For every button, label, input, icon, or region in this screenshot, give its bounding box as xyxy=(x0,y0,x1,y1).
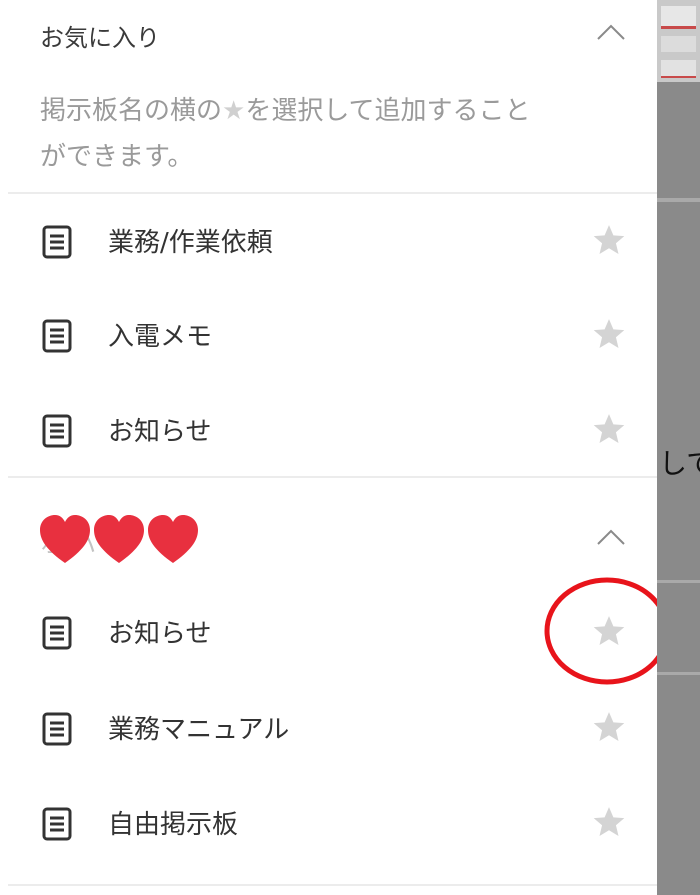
divider xyxy=(8,192,657,194)
chevron-up-icon[interactable] xyxy=(596,22,626,42)
document-icon xyxy=(42,225,72,259)
board-item-label: 業務/作業依頼 xyxy=(108,228,273,258)
board-item[interactable]: 業務/作業依頼 xyxy=(0,197,657,289)
star-icon[interactable] xyxy=(592,317,626,351)
heart-stickers xyxy=(40,515,198,563)
hint-text-1: 掲示板名の横の xyxy=(40,96,223,126)
favorites-title: お気に入り xyxy=(40,24,160,52)
favorites-header[interactable]: お気に入り xyxy=(0,0,657,70)
heart-icon xyxy=(94,515,144,563)
board-item-label: 自由掲示板 xyxy=(108,810,239,840)
heart-icon xyxy=(40,515,90,563)
board-item[interactable]: お知らせ xyxy=(0,386,657,478)
star-inline-icon: ★ xyxy=(222,96,246,126)
board-item-label: お知らせ xyxy=(108,417,212,447)
board-drawer: お気に入り 掲示板名の横の★を選択して追加すること ができます。 業務/作業依頼… xyxy=(0,0,657,895)
background-thumbnail xyxy=(657,0,700,82)
divider xyxy=(8,884,657,886)
star-icon[interactable] xyxy=(592,710,626,744)
star-icon[interactable] xyxy=(592,412,626,446)
background-overlay[interactable]: して xyxy=(657,0,700,895)
background-partial-text: して xyxy=(659,447,700,480)
document-icon xyxy=(42,319,72,353)
board-item-label: 業務マニュアル xyxy=(108,715,290,745)
annotation-circle xyxy=(544,577,657,685)
hint-text-2: を選択して追加すること xyxy=(245,96,531,126)
document-icon xyxy=(42,414,72,448)
board-item[interactable]: 入電メモ xyxy=(0,291,657,383)
hint-text-3: ができます。 xyxy=(40,142,194,172)
heart-icon xyxy=(148,515,198,563)
document-icon xyxy=(42,616,72,650)
divider xyxy=(8,476,657,478)
document-icon xyxy=(42,807,72,841)
chevron-up-icon[interactable] xyxy=(596,527,626,547)
star-icon[interactable] xyxy=(592,223,626,257)
board-item-label: お知らせ xyxy=(108,619,212,649)
board-item[interactable]: 業務マニュアル xyxy=(0,684,657,776)
board-item[interactable]: 自由掲示板 xyxy=(0,779,657,871)
document-icon xyxy=(42,712,72,746)
favorites-hint: 掲示板名の横の★を選択して追加すること ができます。 xyxy=(40,88,600,180)
star-icon[interactable] xyxy=(592,805,626,839)
board-item-label: 入電メモ xyxy=(108,322,213,352)
